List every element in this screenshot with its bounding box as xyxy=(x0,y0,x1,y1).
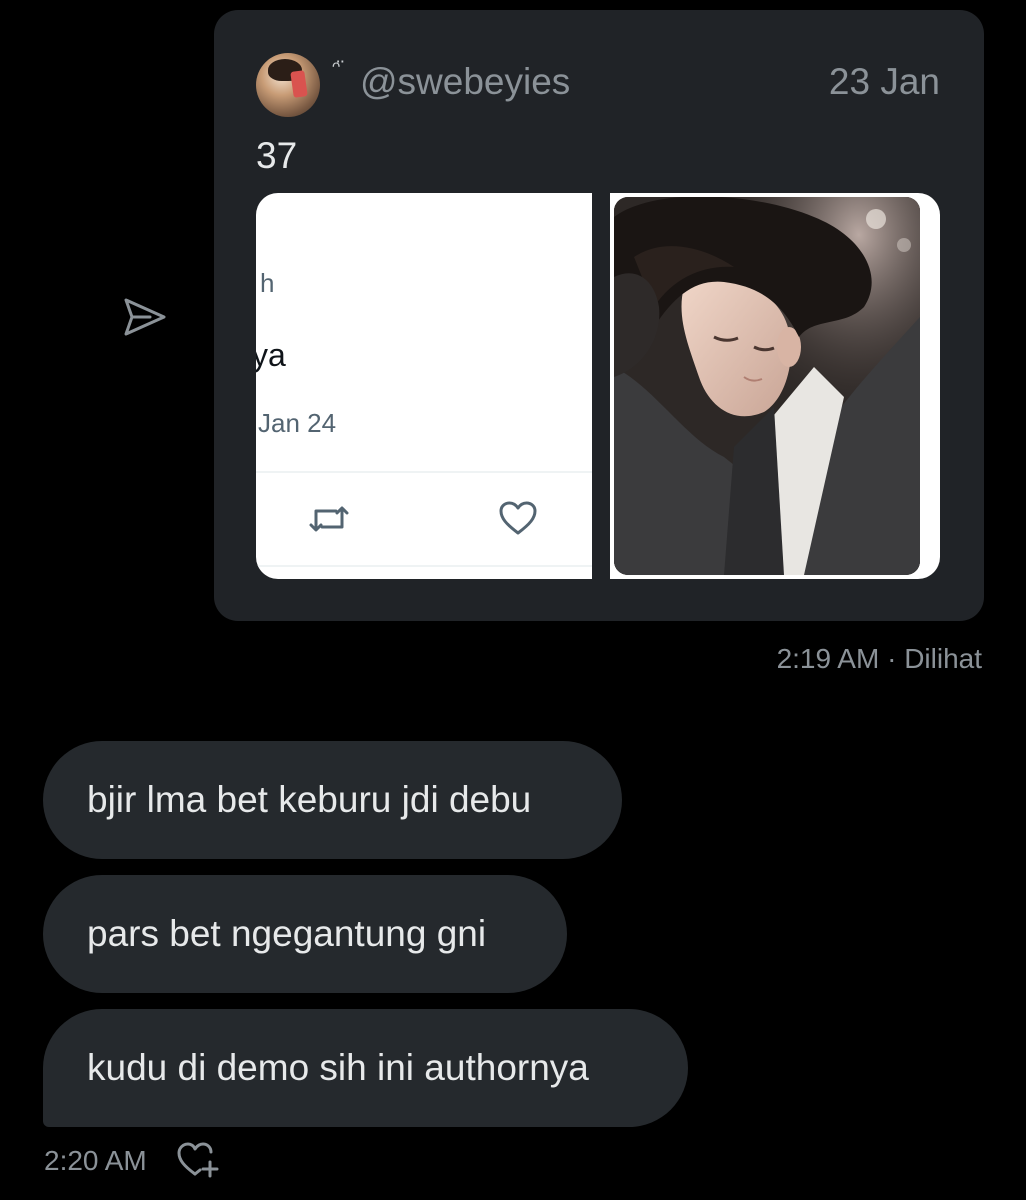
received-message[interactable]: kudu di demo sih ini authornya xyxy=(43,1009,688,1127)
media-date: Jan 24 xyxy=(258,408,337,438)
smiley-emoji: ᵔ̈ xyxy=(332,56,341,81)
send-icon[interactable] xyxy=(120,292,170,342)
divider xyxy=(256,471,592,473)
add-reaction-icon[interactable] xyxy=(176,1140,220,1180)
media-photo-frame[interactable] xyxy=(610,193,940,579)
tweet-header: ᵔ̈ @swebeyies 23 Jan xyxy=(256,50,940,117)
portrait-photo xyxy=(614,197,920,575)
tweet-handle[interactable]: @swebeyies xyxy=(360,60,570,104)
heart-icon xyxy=(499,501,537,535)
sent-timestamp: 2:19 AM · Dilihat xyxy=(776,643,982,674)
tweet-media[interactable]: h ya Jan 24 xyxy=(256,193,940,579)
dm-conversation: ᵔ̈ @swebeyies 23 Jan 37 h ya Jan 24 2:19… xyxy=(0,0,1026,1200)
tweet-date: 23 Jan xyxy=(828,61,940,102)
media-text-fragment: ya xyxy=(256,337,286,373)
shared-tweet-card[interactable]: ᵔ̈ @swebeyies 23 Jan 37 h ya Jan 24 xyxy=(214,10,984,621)
received-message[interactable]: bjir lma bet keburu jdi debu xyxy=(43,741,622,859)
retweet-icon xyxy=(309,506,349,532)
media-screenshot[interactable]: h ya Jan 24 xyxy=(256,193,592,579)
avatar[interactable] xyxy=(256,53,320,117)
received-timestamp: 2:20 AM xyxy=(44,1145,147,1176)
tweet-text: 37 xyxy=(256,135,298,176)
media-text-fragment: h xyxy=(260,268,275,298)
received-message[interactable]: pars bet ngegantung gni xyxy=(43,875,567,993)
divider xyxy=(256,565,592,567)
